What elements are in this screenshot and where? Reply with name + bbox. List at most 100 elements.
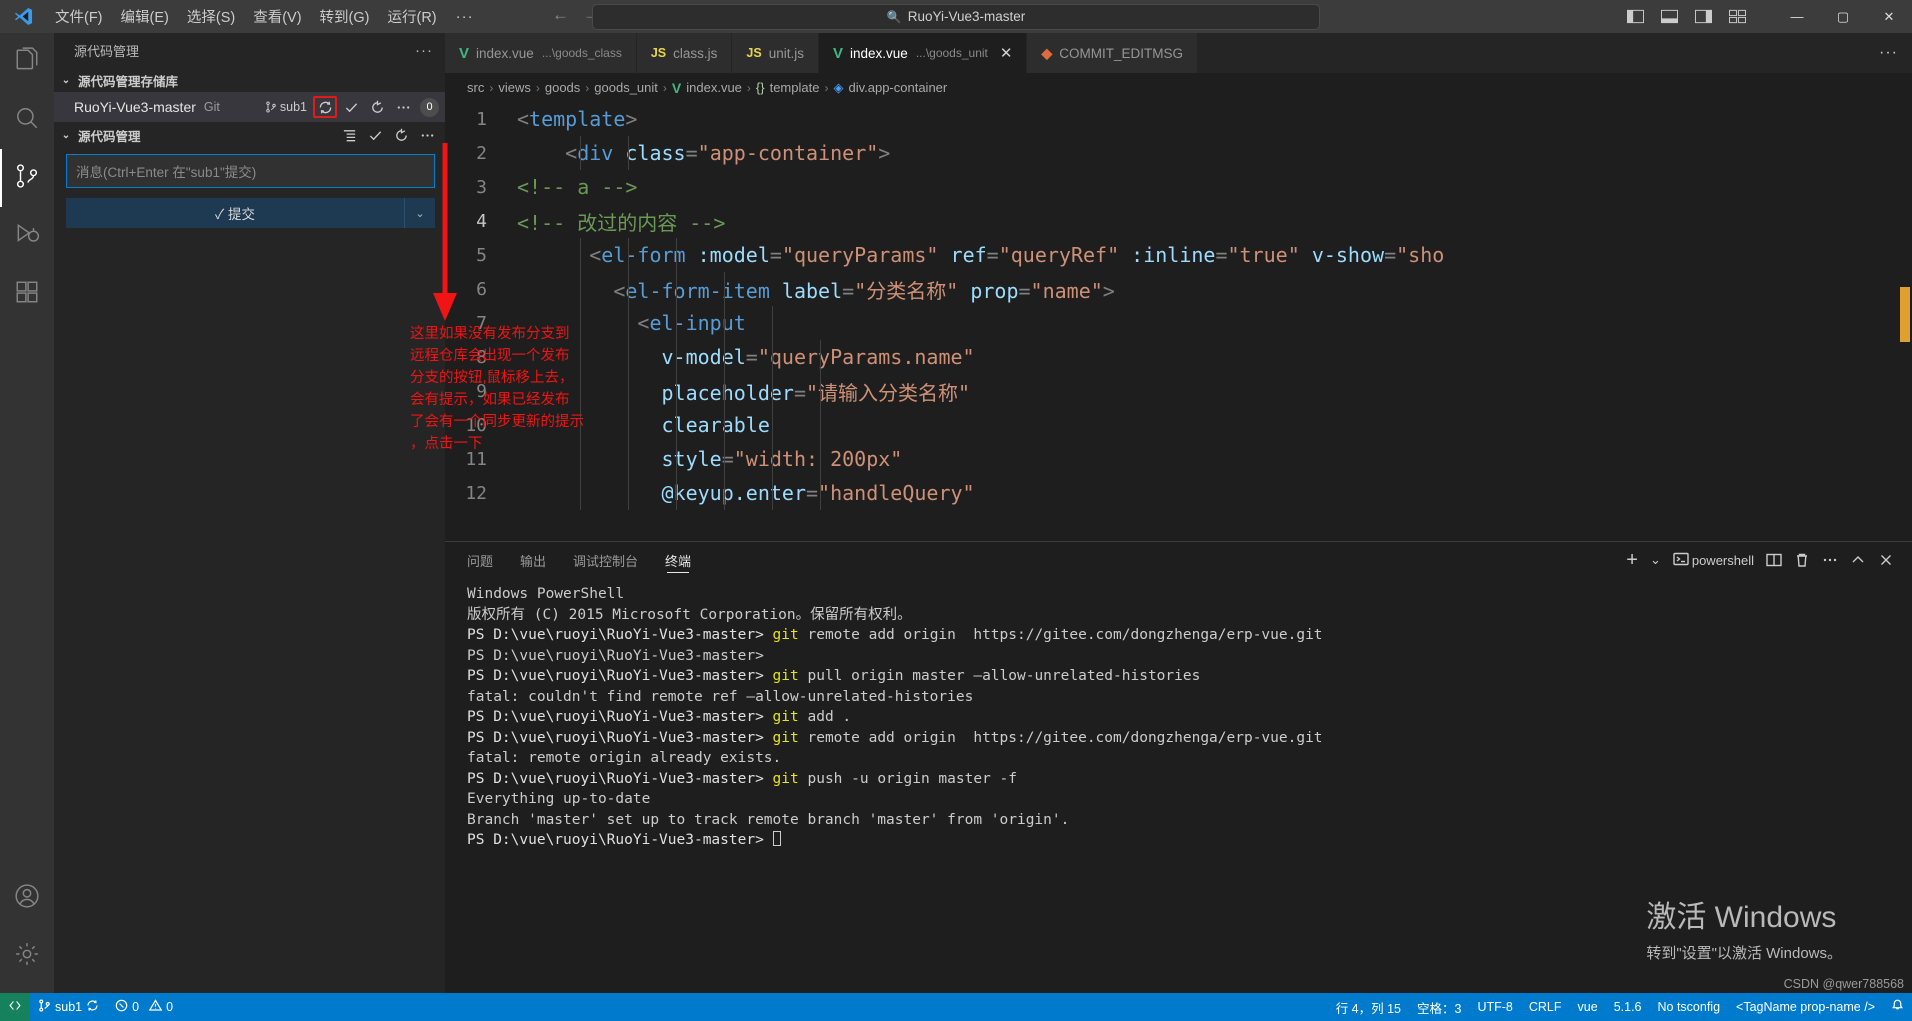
commit-message-input[interactable]: 消息(Ctrl+Enter 在"sub1"提交)	[66, 154, 435, 188]
status-eol[interactable]: CRLF	[1521, 993, 1570, 1021]
sidebar-item-run-debug[interactable]	[0, 207, 54, 265]
code-editor[interactable]: 1 <template> 2 <div class="app-container">…	[445, 102, 1912, 541]
status-branch[interactable]: sub1	[30, 993, 107, 1021]
branch-chip[interactable]: sub1	[265, 100, 307, 114]
code-text: <el-form-item label="分类名称" prop="name">	[613, 278, 1115, 303]
sync-changes-button[interactable]	[313, 96, 337, 118]
panel-more-icon[interactable]	[1818, 552, 1842, 568]
tab-index-vue-goods-class[interactable]: V index.vue ...\goods_class	[445, 33, 637, 73]
tab-terminal[interactable]: 终端	[665, 542, 691, 578]
code-text: clearable	[661, 413, 770, 437]
toggle-secondary-sidebar-icon[interactable]	[1686, 0, 1720, 33]
editor-scrollbar[interactable]	[1898, 102, 1912, 541]
scm-refresh-button[interactable]	[389, 124, 413, 146]
indent-guide	[580, 340, 581, 374]
refresh-button[interactable]	[365, 96, 389, 118]
tab-unit-js[interactable]: JS unit.js	[732, 33, 819, 73]
menu-run[interactable]: 运行(R)	[378, 0, 445, 33]
sidebar-more-icon[interactable]: ···	[415, 42, 433, 59]
indent-guide	[820, 442, 821, 476]
status-tag-name[interactable]: <TagName prop-name />	[1728, 993, 1883, 1021]
split-terminal-button[interactable]	[1762, 552, 1786, 568]
menu-edit[interactable]: 编辑(E)	[112, 0, 178, 33]
status-problems[interactable]: 0 0	[107, 993, 181, 1021]
editor-actions-more-icon[interactable]: ···	[1879, 33, 1912, 73]
indent-guide	[820, 408, 821, 442]
tab-class-js[interactable]: JS class.js	[636, 33, 733, 73]
accounts-button[interactable]	[0, 869, 54, 927]
menu-file[interactable]: 文件(F)	[46, 0, 112, 33]
status-tsconfig[interactable]: No tsconfig	[1650, 993, 1729, 1021]
tab-filepath: ...\goods_class	[541, 46, 622, 60]
breadcrumb-goods[interactable]: goods	[545, 80, 580, 95]
status-indentation[interactable]: 空格：3	[1409, 993, 1469, 1021]
breadcrumb-src[interactable]: src	[467, 80, 484, 95]
indent-guide	[676, 476, 677, 510]
back-arrow-icon[interactable]: ←	[552, 5, 569, 25]
repository-row[interactable]: RuoYi-Vue3-master Git sub1 0	[54, 92, 445, 122]
remote-window-button[interactable]	[0, 993, 30, 1021]
indent-guide	[628, 476, 629, 510]
tab-close-icon[interactable]: ✕	[1000, 46, 1013, 61]
close-panel-icon[interactable]	[1874, 552, 1898, 568]
maximize-button[interactable]: ▢	[1820, 0, 1866, 33]
breadcrumb-index-vue[interactable]: index.vue	[686, 80, 742, 95]
status-language-mode[interactable]: vue	[1570, 993, 1606, 1021]
code-line: 2 <div class="app-container">	[445, 136, 1912, 170]
new-terminal-dropdown-icon[interactable]: ⌄	[1646, 552, 1665, 568]
commit-button[interactable]	[339, 96, 363, 118]
terminal-shell-selector[interactable]: powershell	[1669, 551, 1758, 570]
customize-layout-icon[interactable]	[1720, 0, 1754, 33]
terminal-line: PS D:\vue\ruoyi\RuoYi-Vue3-master> git p…	[467, 770, 1017, 787]
close-button[interactable]: ✕	[1866, 0, 1912, 33]
bell-icon	[1891, 999, 1904, 1015]
indent-guide	[820, 340, 821, 374]
terminal-output[interactable]: Windows PowerShell 版权所有 (C) 2015 Microsof…	[445, 578, 1912, 993]
kill-terminal-button[interactable]	[1790, 552, 1814, 568]
indent-guide	[580, 408, 581, 442]
sidebar-item-source-control[interactable]	[0, 149, 54, 207]
repo-more-icon[interactable]	[391, 96, 415, 118]
tab-problems[interactable]: 问题	[467, 542, 493, 578]
terminal-line: PS D:\vue\ruoyi\RuoYi-Vue3-master>	[467, 830, 1912, 851]
command-search-input[interactable]: 🔍 RuoYi-Vue3-master	[592, 3, 1320, 30]
status-encoding[interactable]: UTF-8	[1469, 993, 1520, 1021]
tab-debug-console[interactable]: 调试控制台	[573, 542, 638, 578]
terminal-line: fatal: remote origin already exists.	[467, 750, 782, 766]
scm-commit-button[interactable]	[363, 124, 387, 146]
minimize-button[interactable]: —	[1774, 0, 1820, 33]
scm-section-header[interactable]: ⌄ 源代码管理	[54, 122, 445, 148]
tab-commit-editmsg[interactable]: ◆ COMMIT_EDITMSG	[1027, 33, 1198, 73]
breadcrumb-separator: ›	[662, 80, 667, 95]
view-as-tree-button[interactable]	[337, 124, 361, 146]
menu-selection[interactable]: 选择(S)	[178, 0, 244, 33]
toggle-primary-sidebar-icon[interactable]	[1618, 0, 1652, 33]
commit-submit-button[interactable]: ✓ 提交	[66, 198, 405, 228]
new-terminal-button[interactable]: +	[1622, 549, 1642, 572]
tab-index-vue-goods-unit[interactable]: V index.vue ...\goods_unit ✕	[819, 33, 1028, 73]
terminal-line: fatal: couldn't find remote ref –allow-u…	[467, 688, 974, 705]
tab-filename: unit.js	[768, 45, 804, 61]
scrollbar-thumb[interactable]	[1900, 287, 1910, 342]
sidebar-item-explorer[interactable]	[0, 33, 54, 91]
commit-dropdown-button[interactable]: ⌄	[405, 198, 435, 228]
breadcrumb-views[interactable]: views	[498, 80, 531, 95]
status-notifications[interactable]	[1883, 993, 1912, 1021]
status-version[interactable]: 5.1.6	[1606, 993, 1650, 1021]
indent-guide	[772, 374, 773, 408]
breadcrumb-template[interactable]: template	[770, 80, 820, 95]
menu-go[interactable]: 转到(G)	[311, 0, 379, 33]
breadcrumb-div-app-container[interactable]: div.app-container	[848, 80, 947, 95]
maximize-panel-icon[interactable]	[1846, 552, 1870, 568]
menu-more-button[interactable]: ···	[446, 0, 484, 33]
sidebar-item-search[interactable]	[0, 91, 54, 149]
status-cursor-position[interactable]: 行 4，列 15	[1328, 993, 1409, 1021]
menu-view[interactable]: 查看(V)	[244, 0, 310, 33]
tab-output[interactable]: 输出	[520, 542, 546, 578]
toggle-panel-icon[interactable]	[1652, 0, 1686, 33]
sidebar-item-extensions[interactable]	[0, 265, 54, 323]
breadcrumb-goods-unit[interactable]: goods_unit	[594, 80, 658, 95]
scm-repositories-section-header[interactable]: ⌄ 源代码管理存储库	[54, 68, 445, 92]
settings-button[interactable]	[0, 927, 54, 985]
scm-more-icon[interactable]	[415, 124, 439, 146]
